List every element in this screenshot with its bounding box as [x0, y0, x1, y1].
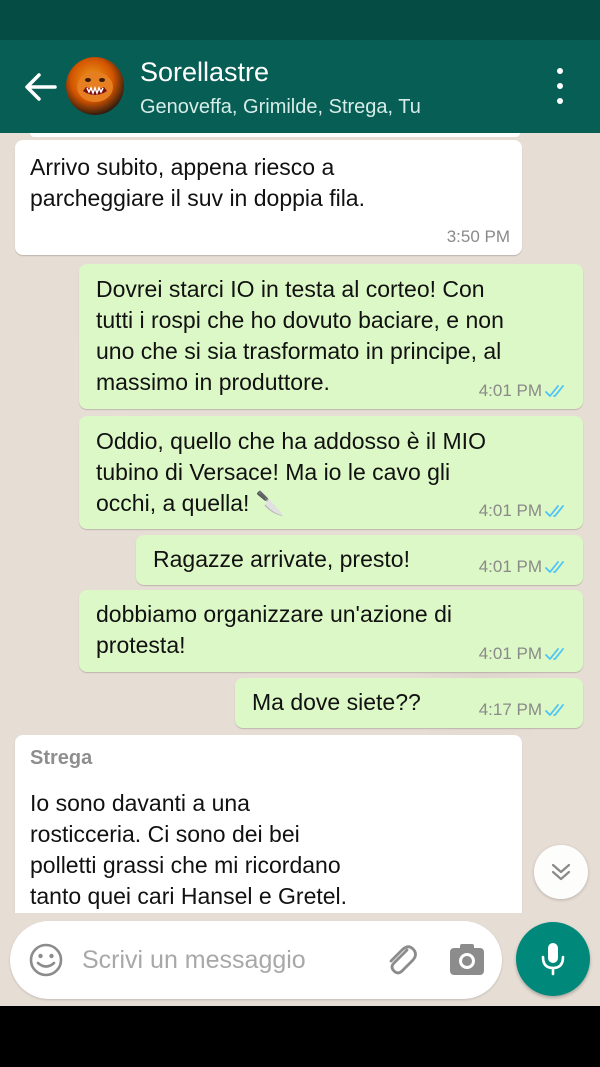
group-avatar[interactable] [66, 57, 124, 115]
double-check-icon [545, 561, 564, 573]
paperclip-icon [389, 945, 417, 975]
chat-title[interactable]: Sorellastre [140, 57, 269, 88]
attach-button[interactable] [382, 941, 420, 979]
message-time: 4:17 PM [478, 700, 542, 719]
message-bubble-incoming[interactable]: Arrivo subito, appena riesco a parcheggi… [15, 140, 522, 255]
chat-participants[interactable]: Genoveffa, Grimilde, Strega, Tu [140, 96, 421, 119]
message-time: 4:01 PM [478, 644, 542, 663]
message-meta: 4:01 PM [479, 644, 571, 664]
smiley-icon [29, 943, 63, 977]
more-vert-icon-dot [557, 68, 563, 74]
message-time: 4:01 PM [478, 381, 542, 400]
back-button[interactable] [20, 67, 60, 107]
microphone-icon [541, 943, 565, 976]
double-check-icon [545, 648, 564, 660]
status-bar [0, 0, 600, 40]
arrow-left-icon [25, 73, 57, 101]
message-meta: 4:01 PM [479, 501, 571, 521]
more-options-button[interactable] [546, 68, 574, 104]
whatsapp-chat-screen: Sorellastre Genoveffa, Grimilde, Strega,… [0, 0, 600, 1067]
message-bubble-outgoing[interactable]: Oddio, quello che ha addosso è il MIO tu… [79, 416, 583, 529]
previous-message-edge [30, 133, 520, 137]
message-bubble-incoming[interactable]: Strega Io sono davanti a una rosticceria… [15, 735, 522, 913]
scroll-to-bottom-button[interactable] [534, 845, 588, 899]
message-meta: 4:01 PM [479, 557, 571, 577]
message-time: 4:01 PM [478, 557, 542, 576]
double-check-icon [545, 505, 564, 517]
double-check-icon [545, 704, 564, 716]
chevron-double-down-icon [551, 863, 571, 881]
double-check-icon [545, 385, 564, 397]
message-meta: 4:17 PM [479, 700, 571, 720]
message-text: Dovrei starci IO in testa al corteo! Con… [96, 276, 504, 395]
more-vert-icon-dot [557, 98, 563, 104]
message-input[interactable] [82, 939, 362, 981]
message-composer [10, 921, 502, 999]
camera-icon [450, 944, 484, 975]
chat-header: Sorellastre Genoveffa, Grimilde, Strega,… [0, 40, 600, 133]
message-list[interactable]: Arrivo subito, appena riesco a parcheggi… [0, 133, 600, 913]
message-time: 3:50 PM [446, 227, 510, 246]
camera-button[interactable] [448, 941, 486, 979]
message-text: Arrivo subito, appena riesco a parcheggi… [30, 154, 365, 211]
message-bubble-outgoing[interactable]: Dovrei starci IO in testa al corteo! Con… [79, 264, 583, 409]
emoji-button[interactable] [28, 942, 64, 978]
system-navigation-bar [0, 1006, 600, 1067]
avatar-image [77, 72, 113, 102]
more-vert-icon-dot [557, 83, 563, 89]
message-meta: 4:01 PM [479, 381, 571, 401]
voice-message-button[interactable] [516, 922, 590, 996]
message-meta: 3:50 PM [447, 227, 510, 247]
message-bubble-outgoing[interactable]: Ma dove siete?? 4:17 PM [235, 678, 583, 728]
message-bubble-outgoing[interactable]: dobbiamo organizzare un'azione di protes… [79, 590, 583, 672]
message-sender: Strega [30, 747, 93, 769]
message-time: 4:01 PM [478, 501, 542, 520]
message-text: Io sono davanti a una rosticceria. Ci so… [30, 790, 348, 909]
message-bubble-outgoing[interactable]: Ragazze arrivate, presto! 4:01 PM [136, 535, 583, 585]
